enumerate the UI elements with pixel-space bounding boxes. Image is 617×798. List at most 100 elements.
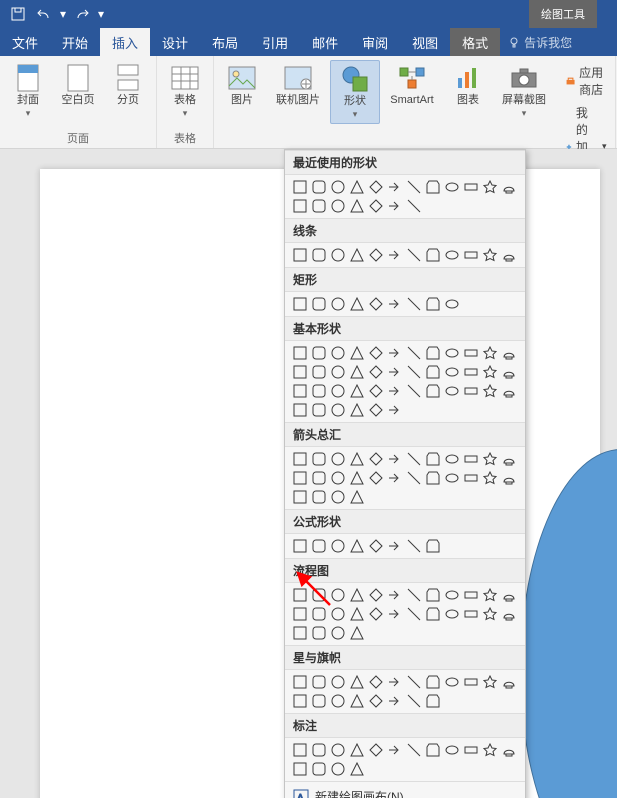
shape-option[interactable] [310,760,328,778]
shape-option[interactable] [367,586,385,604]
shape-option[interactable] [367,344,385,362]
shape-option[interactable] [291,344,309,362]
shape-option[interactable] [329,760,347,778]
app-store-button[interactable]: 应用商店 [566,64,607,98]
shape-option[interactable] [462,605,480,623]
shape-option[interactable] [329,692,347,710]
shape-option[interactable] [481,246,499,264]
shapes-button[interactable]: 形状 [330,60,380,124]
shape-option[interactable] [348,178,366,196]
shape-option[interactable] [348,692,366,710]
shape-option[interactable] [462,741,480,759]
shape-option[interactable] [424,344,442,362]
shape-option[interactable] [348,197,366,215]
shape-option[interactable] [367,692,385,710]
shape-option[interactable] [329,363,347,381]
shape-option[interactable] [329,586,347,604]
shape-option[interactable] [386,197,404,215]
shape-option[interactable] [424,295,442,313]
shape-option[interactable] [443,673,461,691]
shape-option[interactable] [443,469,461,487]
shape-option[interactable] [405,363,423,381]
shape-option[interactable] [462,363,480,381]
shape-option[interactable] [386,363,404,381]
shape-option[interactable] [424,741,442,759]
shape-option[interactable] [481,344,499,362]
shape-option[interactable] [481,469,499,487]
shape-option[interactable] [329,537,347,555]
shape-option[interactable] [443,382,461,400]
shape-option[interactable] [348,488,366,506]
shape-option[interactable] [481,382,499,400]
tab-review[interactable]: 审阅 [350,28,400,56]
shape-option[interactable] [443,363,461,381]
shape-option[interactable] [500,586,518,604]
shape-option[interactable] [310,469,328,487]
shape-option[interactable] [348,344,366,362]
shape-option[interactable] [500,246,518,264]
shape-option[interactable] [348,586,366,604]
shape-option[interactable] [329,246,347,264]
shape-option[interactable] [462,382,480,400]
shape-option[interactable] [291,363,309,381]
qat-customize-button[interactable]: ▾ [96,2,106,26]
shape-option[interactable] [310,692,328,710]
shape-option[interactable] [291,537,309,555]
undo-button[interactable] [32,2,56,26]
shape-option[interactable] [405,537,423,555]
shape-option[interactable] [481,363,499,381]
shape-option[interactable] [291,246,309,264]
shape-option[interactable] [310,382,328,400]
shape-option[interactable] [500,344,518,362]
shape-option[interactable] [443,605,461,623]
shape-option[interactable] [348,537,366,555]
shape-option[interactable] [386,382,404,400]
tab-references[interactable]: 引用 [250,28,300,56]
shape-option[interactable] [424,692,442,710]
screenshot-button[interactable]: 屏幕截图 [494,60,554,124]
shape-option[interactable] [367,741,385,759]
shape-option[interactable] [348,382,366,400]
shape-option[interactable] [348,469,366,487]
shape-option[interactable] [443,586,461,604]
table-button[interactable]: 表格 [161,60,209,122]
shape-option[interactable] [329,469,347,487]
shape-option[interactable] [386,401,404,419]
shape-option[interactable] [291,401,309,419]
shape-option[interactable] [291,605,309,623]
tab-file[interactable]: 文件 [0,28,50,56]
shape-option[interactable] [405,295,423,313]
shape-option[interactable] [405,586,423,604]
picture-button[interactable]: 图片 [218,60,266,124]
new-drawing-canvas[interactable]: A 新建绘图画布(N) [285,781,525,798]
shape-option[interactable] [443,741,461,759]
shape-option[interactable] [500,605,518,623]
shape-option[interactable] [443,344,461,362]
shape-option[interactable] [291,624,309,642]
shape-option[interactable] [500,741,518,759]
shape-option[interactable] [405,469,423,487]
shape-option[interactable] [405,382,423,400]
shape-option[interactable] [462,178,480,196]
shape-option[interactable] [462,344,480,362]
shape-option[interactable] [348,295,366,313]
shape-option[interactable] [329,488,347,506]
shape-option[interactable] [386,178,404,196]
page-break-button[interactable]: 分页 [104,60,152,122]
shape-option[interactable] [310,624,328,642]
shape-option[interactable] [424,469,442,487]
shape-option[interactable] [367,382,385,400]
shape-option[interactable] [386,673,404,691]
shape-option[interactable] [348,450,366,468]
shape-option[interactable] [386,692,404,710]
shape-option[interactable] [481,605,499,623]
shape-option[interactable] [367,605,385,623]
shape-option[interactable] [291,469,309,487]
shape-option[interactable] [405,605,423,623]
shape-option[interactable] [367,401,385,419]
shape-option[interactable] [481,741,499,759]
shape-option[interactable] [500,382,518,400]
shape-option[interactable] [329,741,347,759]
shape-option[interactable] [310,178,328,196]
shape-option[interactable] [462,586,480,604]
